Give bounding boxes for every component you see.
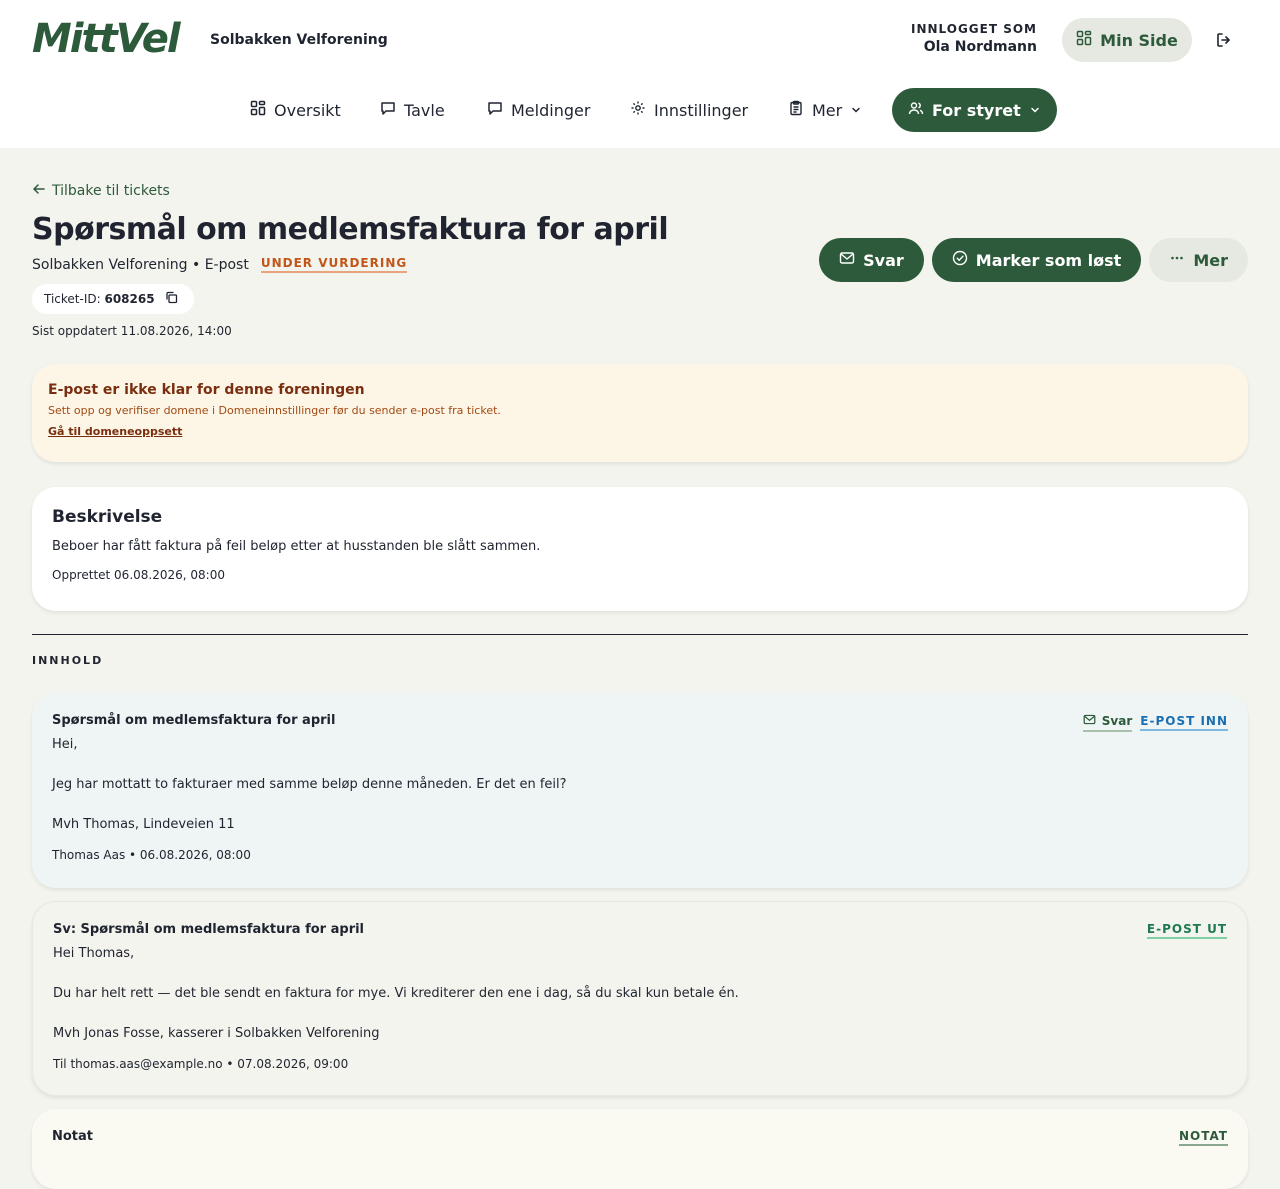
message-tags: Svar E-POST INN: [1082, 713, 1228, 732]
organization-name: Solbakken Velforening: [210, 32, 388, 48]
ellipsis-icon: [1169, 250, 1185, 270]
nav-label: Tavle: [404, 100, 445, 120]
last-updated: Sist oppdatert 11.08.2026, 14:00: [32, 324, 232, 338]
nav-label: Innstillinger: [654, 100, 749, 120]
status-badge: UNDER VURDERING: [260, 256, 408, 273]
mail-icon: [839, 250, 855, 270]
users-icon: [908, 100, 924, 120]
message-line: Hei Thomas,: [53, 946, 135, 961]
reply-tag-label: Svar: [1101, 714, 1133, 728]
back-link-label: Tilbake til tickets: [52, 183, 170, 199]
app-logo[interactable]: MittVel: [32, 16, 181, 62]
message-tags: E-POST UT: [1146, 922, 1227, 939]
nav-meldinger[interactable]: Meldinger: [475, 88, 602, 132]
chevron-down-icon: [1029, 101, 1041, 120]
message-outgoing: Sv: Spørsmål om medlemsfaktura for april…: [32, 901, 1248, 1096]
email-warning-banner: E-post er ikke klar for denne foreningen…: [32, 364, 1248, 462]
message-meta: Til thomas.aas@example.no • 07.08.2026, …: [53, 1057, 349, 1071]
description-heading: Beskrivelse: [52, 507, 163, 527]
page-title: Spørsmål om medlemsfaktura for april: [32, 212, 669, 247]
ticket-id-value: 608265: [104, 292, 155, 306]
ticket-source: Solbakken Velforening • E-post: [32, 256, 249, 273]
email-out-tag: E-POST UT: [1146, 922, 1227, 939]
message-subject: Notat: [52, 1129, 94, 1144]
chevron-down-icon: [850, 101, 862, 120]
note-tag: NOTAT: [1178, 1129, 1228, 1146]
email-in-tag: E-POST INN: [1140, 714, 1228, 731]
login-info: INNLOGGET SOM Ola Nordmann: [911, 22, 1037, 55]
ticket-meta: Solbakken Velforening • E-post UNDER VUR…: [32, 256, 408, 273]
warning-title: E-post er ikke klar for denne foreningen: [48, 382, 365, 398]
message-meta: Thomas Aas • 06.08.2026, 08:00: [52, 848, 251, 862]
message-line: Mvh Thomas, Lindeveien 11: [52, 817, 235, 832]
login-user-name: Ola Nordmann: [923, 39, 1037, 55]
mark-resolved-button[interactable]: Marker som løst: [931, 238, 1142, 282]
description-card: Beskrivelse Beboer har fått faktura på f…: [32, 487, 1248, 611]
nav-for-styret-dropdown[interactable]: For styret: [892, 88, 1057, 132]
ticket-actions: Svar Marker som løst Mer: [819, 238, 1248, 282]
top-header: MittVel Solbakken Velforening INNLOGGET …: [0, 0, 1280, 148]
mail-icon: [1083, 713, 1096, 729]
message-incoming: Spørsmål om medlemsfaktura for april Hei…: [32, 693, 1248, 888]
ticket-id-label: Ticket-ID:: [44, 292, 101, 306]
nav-tavle[interactable]: Tavle: [368, 88, 457, 132]
back-to-tickets-link[interactable]: Tilbake til tickets: [32, 182, 170, 200]
min-side-button[interactable]: Min Side: [1062, 18, 1192, 62]
message-line: Hei,: [52, 737, 78, 752]
message-line: Mvh Jonas Fosse, kasserer i Solbakken Ve…: [53, 1026, 380, 1041]
nav-label: Oversikt: [274, 100, 341, 120]
more-actions-label: Mer: [1193, 250, 1228, 270]
message-subject: Spørsmål om medlemsfaktura for april: [52, 713, 336, 728]
nav-label: Mer: [812, 100, 843, 120]
reply-to-message-link[interactable]: Svar: [1082, 713, 1133, 732]
nav-label: For styret: [932, 100, 1021, 120]
message-note: Notat NOTAT: [32, 1109, 1248, 1189]
chat-bubble-icon: [487, 100, 503, 120]
message-tags: NOTAT: [1178, 1129, 1228, 1146]
login-label: INNLOGGET SOM: [910, 22, 1037, 36]
check-circle-icon: [952, 250, 968, 270]
chat-bubble-icon: [380, 100, 396, 120]
gear-icon: [630, 100, 646, 120]
arrow-left-icon: [32, 182, 46, 200]
content-section-label: INNHOLD: [32, 654, 104, 667]
message-subject: Sv: Spørsmål om medlemsfaktura for april: [53, 922, 365, 937]
message-line: Du har helt rett — det ble sendt en fakt…: [53, 986, 739, 1001]
description-created: Opprettet 06.08.2026, 08:00: [52, 568, 225, 582]
reply-button-label: Svar: [863, 250, 904, 270]
nav-innstillinger[interactable]: Innstillinger: [618, 88, 760, 132]
ticket-id-text: Ticket-ID: 608265: [44, 292, 155, 306]
logout-icon[interactable]: [1212, 28, 1236, 52]
copy-icon[interactable]: [165, 291, 178, 307]
nav-label: Meldinger: [511, 100, 591, 120]
clipboard-icon: [788, 100, 804, 120]
ticket-id-chip: Ticket-ID: 608265: [32, 284, 194, 314]
domain-setup-link[interactable]: Gå til domeneoppsett: [48, 425, 182, 438]
section-divider: [32, 634, 1248, 635]
min-side-label: Min Side: [1100, 30, 1178, 50]
main-nav: Oversikt Tavle Meldinger Innstillinger M…: [0, 88, 1280, 132]
warning-text: Sett opp og verifiser domene i Domeneinn…: [48, 404, 501, 417]
mark-resolved-label: Marker som løst: [975, 250, 1122, 270]
more-actions-button[interactable]: Mer: [1149, 238, 1248, 282]
grid-icon: [1076, 30, 1092, 50]
nav-mer-dropdown[interactable]: Mer: [776, 88, 874, 132]
description-body: Beboer har fått faktura på feil beløp et…: [52, 539, 541, 554]
message-line: Jeg har mottatt to fakturaer med samme b…: [52, 777, 567, 792]
grid-icon: [250, 100, 266, 120]
reply-button[interactable]: Svar: [819, 238, 924, 282]
nav-oversikt[interactable]: Oversikt: [238, 88, 353, 132]
